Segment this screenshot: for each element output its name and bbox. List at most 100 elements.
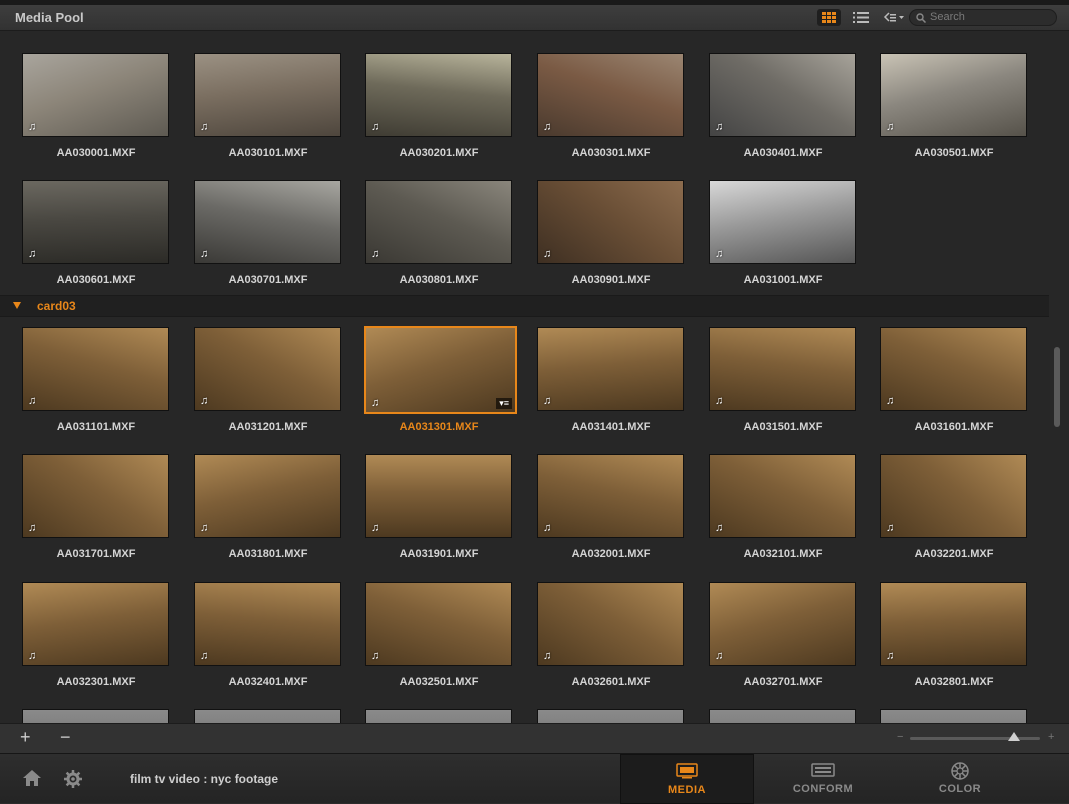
clip-thumbnail[interactable]: ♫ [537,180,684,264]
thumbnail-zoom-slider[interactable] [910,737,1040,740]
clip-thumbnail-partial[interactable] [22,709,169,723]
clip-thumbnail[interactable]: ♫ [22,180,169,264]
zoom-slider-handle[interactable] [1008,732,1020,741]
add-bin-button[interactable]: + [20,727,31,748]
clip-name: AA032301.MXF [56,676,136,688]
audio-note-icon: ♫ [28,248,37,260]
clip-thumbnail-partial[interactable] [365,709,512,723]
clip-name: AA031901.MXF [399,548,479,560]
audio-note-icon: ♫ [543,248,552,260]
audio-note-icon: ♫ [886,395,895,407]
vertical-scrollbar[interactable] [1054,347,1060,427]
list-icon [853,12,869,23]
zoom-out-icon[interactable]: − [897,731,903,743]
audio-note-icon: ♫ [715,248,724,260]
media-pool-header: Media Pool Search [0,5,1069,31]
clip-thumbnail[interactable]: ♫ ▾≡ [364,326,517,414]
sort-icon [883,12,904,22]
audio-note-icon: ♫ [28,522,37,534]
sort-options-button[interactable] [880,9,908,26]
clip-thumbnail[interactable]: ♫ [880,53,1027,137]
zoom-in-icon[interactable]: + [1048,731,1054,743]
clip-thumbnail[interactable]: ♫ [880,327,1027,411]
clip-name: AA030201.MXF [399,147,479,159]
clip-thumbnail[interactable]: ♫ [194,180,341,264]
clip-thumbnail[interactable]: ♫ [537,454,684,538]
clip-name: AA030301.MXF [571,147,651,159]
clip-name: AA031101.MXF [56,421,136,433]
clip-name: AA031601.MXF [914,421,994,433]
clip-thumbnail[interactable]: ♫ [365,454,512,538]
clip-thumbnail-partial[interactable] [194,709,341,723]
media-pool-toolbar: + − − + [0,723,1069,753]
clip-thumbnail[interactable]: ♫ [365,582,512,666]
audio-note-icon: ♫ [715,650,724,662]
clip-thumbnail[interactable]: ♫ [709,327,856,411]
clip-thumbnail[interactable]: ♫ [365,180,512,264]
clip-name: AA031701.MXF [56,548,136,560]
tab-conform-label: CONFORM [792,783,854,795]
audio-note-icon: ♫ [371,397,380,409]
clip-name: AA032701.MXF [743,676,823,688]
thumbnail-view-button[interactable] [817,9,841,26]
clip-thumbnail-partial[interactable] [880,709,1027,723]
tab-color-label: COLOR [938,783,982,795]
clip-name: AA031501.MXF [743,421,823,433]
home-icon[interactable] [22,769,42,787]
clip-thumbnail[interactable]: ♫ [194,582,341,666]
clip-thumbnail[interactable]: ♫ [537,582,684,666]
clip-thumbnail[interactable]: ♫ [365,53,512,137]
audio-note-icon: ♫ [371,650,380,662]
clip-thumbnail[interactable]: ♫ [22,454,169,538]
clip-name: AA030701.MXF [228,274,308,286]
search-placeholder: Search [930,11,965,23]
tab-conform[interactable]: CONFORM [756,754,890,804]
clip-thumbnail[interactable]: ♫ [22,327,169,411]
audio-note-icon: ♫ [886,650,895,662]
audio-note-icon: ♫ [200,248,209,260]
clip-name: AA030501.MXF [914,147,994,159]
clip-thumbnail-partial[interactable] [537,709,684,723]
audio-note-icon: ♫ [715,522,724,534]
clip-thumbnail[interactable]: ♫ [709,582,856,666]
audio-note-icon: ♫ [200,522,209,534]
audio-note-icon: ♫ [543,121,552,133]
clip-thumbnail[interactable]: ♫ [709,53,856,137]
panel-title: Media Pool [15,10,84,25]
clip-name: AA030601.MXF [56,274,136,286]
clip-thumbnail[interactable]: ♫ [880,454,1027,538]
clip-thumbnail[interactable]: ♫ [709,454,856,538]
clip-thumbnail[interactable]: ♫ [22,582,169,666]
gear-icon[interactable] [64,770,82,788]
audio-note-icon: ♫ [543,522,552,534]
audio-note-icon: ♫ [28,395,37,407]
tab-color[interactable]: COLOR [893,754,1027,804]
list-view-button[interactable] [849,9,873,26]
bin-header-card03[interactable]: card03 [0,295,1049,317]
disclosure-triangle-icon[interactable] [13,302,21,309]
project-name: film tv video : nyc footage [130,772,279,786]
search-icon [916,13,926,23]
clip-thumbnail[interactable]: ♫ [194,327,341,411]
search-input[interactable]: Search [909,9,1057,26]
clip-name: AA032201.MXF [914,548,994,560]
conform-page-icon [811,763,835,777]
audio-note-icon: ♫ [543,650,552,662]
clip-thumbnail[interactable]: ♫ [709,180,856,264]
clip-thumbnail[interactable]: ♫ [22,53,169,137]
audio-note-icon: ♫ [886,121,895,133]
grid-icon [822,12,836,23]
media-page-icon [676,763,698,779]
clip-thumbnail[interactable]: ♫ [194,53,341,137]
tab-media[interactable]: MEDIA [620,754,754,804]
clip-thumbnail[interactable]: ♫ [194,454,341,538]
clip-thumbnail[interactable]: ♫ [537,53,684,137]
clip-name: AA032001.MXF [571,548,651,560]
clip-options-icon[interactable]: ▾≡ [496,398,512,409]
clip-name: AA030901.MXF [571,274,651,286]
tab-media-label: MEDIA [668,784,706,796]
clip-thumbnail-partial[interactable] [709,709,856,723]
remove-bin-button[interactable]: − [60,727,71,748]
clip-thumbnail[interactable]: ♫ [880,582,1027,666]
clip-thumbnail[interactable]: ♫ [537,327,684,411]
